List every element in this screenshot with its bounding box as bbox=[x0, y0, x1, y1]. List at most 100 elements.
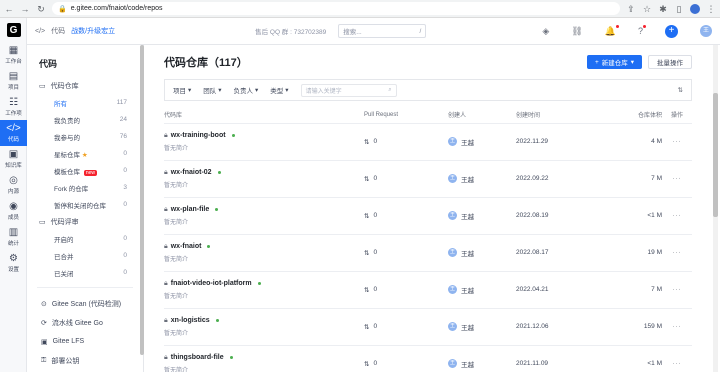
code-sidebar: 代码 ▭ 代码仓库 所有 117 我负责的 24 我参与的 76 星标仓库 ★ 0 模板… bbox=[27, 45, 144, 372]
review-item[interactable]: 已关闭 0 bbox=[27, 264, 143, 281]
rail-code[interactable]: </> 代码 bbox=[0, 120, 27, 146]
filter-dropdown[interactable]: 项目 ▾ bbox=[173, 85, 191, 95]
filter-dropdown[interactable]: 团队 ▾ bbox=[203, 85, 221, 95]
rail-wiki[interactable]: ▣ 知识库 bbox=[0, 146, 27, 172]
sidebar-item[interactable]: 暂停和关闭的仓库 0 bbox=[27, 196, 143, 213]
repo-search-input[interactable]: 请输入关键字 ⌕ bbox=[300, 83, 397, 97]
creator-name[interactable]: 王越 bbox=[461, 174, 474, 184]
repo-name-link[interactable]: wx-fnaiot bbox=[171, 243, 202, 250]
repo-name-link[interactable]: wx-plan-file bbox=[171, 206, 210, 213]
creator-name[interactable]: 王越 bbox=[461, 285, 474, 295]
sidebar-tool-link[interactable]: ⊙ Gitee Scan (代码检测) bbox=[27, 294, 143, 313]
gitee-go-icon[interactable]: ◈ bbox=[542, 26, 549, 37]
main-scrollbar[interactable] bbox=[713, 45, 718, 372]
repo-name-link[interactable]: xn-logistics bbox=[171, 317, 210, 324]
repo-name-link[interactable]: wx-fnaiot-02 bbox=[171, 169, 212, 176]
more-actions-icon[interactable]: ··· bbox=[662, 308, 692, 346]
more-actions-icon[interactable]: ··· bbox=[662, 123, 692, 161]
creator-name[interactable]: 王越 bbox=[461, 322, 474, 332]
sidebar-section-review[interactable]: ▭ 代码评审 bbox=[27, 213, 143, 230]
breadcrumb-code[interactable]: 代码 bbox=[51, 26, 65, 36]
more-actions-icon[interactable]: ··· bbox=[662, 197, 692, 235]
creator-name[interactable]: 王越 bbox=[461, 137, 474, 147]
table-row[interactable]: 🔒︎ wx-fnaiot 暂无简介 ⇅ 0 王 王越 2022.08.17 19… bbox=[164, 234, 692, 272]
pr-count: 0 bbox=[373, 249, 378, 256]
more-actions-icon[interactable]: ··· bbox=[662, 160, 692, 198]
table-row[interactable]: 🔒︎ wx-plan-file 暂无简介 ⇅ 0 王 王越 2022.08.19… bbox=[164, 197, 692, 235]
sidebar-item-label: 模板仓库 bbox=[54, 168, 80, 176]
pull-request-icon: ⇅ bbox=[364, 360, 370, 368]
notification-icon[interactable]: 🔔 bbox=[605, 24, 619, 37]
sidebar-item[interactable]: 模板仓库 new 0 bbox=[27, 162, 143, 179]
help-icon[interactable]: ? bbox=[638, 25, 646, 36]
sidebar-tool-link[interactable]: ▣ Gitee LFS bbox=[27, 332, 143, 351]
rail-workitem[interactable]: ☷ 工作项 bbox=[0, 94, 27, 120]
create-plus-button[interactable]: + bbox=[665, 24, 678, 38]
batch-ops-button[interactable]: 批量操作 bbox=[648, 55, 692, 69]
sort-icon[interactable]: ⇅ bbox=[678, 86, 683, 94]
review-item[interactable]: 开启的 0 bbox=[27, 230, 143, 247]
sidebar-tool-link[interactable]: ⟳ 流水线 Gitee Go bbox=[27, 313, 143, 332]
sidebar-item-count: 0 bbox=[123, 150, 127, 157]
menu-icon[interactable]: ⋮ bbox=[706, 4, 716, 14]
sidebar-tool-link[interactable]: ⚿ 部署公钥 bbox=[27, 351, 143, 370]
review-item[interactable]: 已合并 0 bbox=[27, 247, 143, 264]
share-icon[interactable]: ⇪ bbox=[626, 4, 636, 14]
enterprise-link[interactable]: 战数/升级宏立 bbox=[71, 26, 115, 36]
new-repo-button[interactable]: + 新建仓库 ▾ bbox=[586, 55, 642, 69]
sidebar-item[interactable]: 星标仓库 ★ 0 bbox=[27, 145, 143, 162]
profile-avatar[interactable] bbox=[690, 3, 700, 14]
search-input[interactable]: 搜索... / bbox=[338, 24, 427, 38]
filter-dropdown[interactable]: 类型 ▾ bbox=[270, 85, 288, 95]
star-icon[interactable]: ☆ bbox=[642, 4, 652, 14]
url-text: e.gitee.com/fnaiot/code/repos bbox=[70, 5, 163, 12]
tool-icon: ⊙ bbox=[41, 300, 47, 308]
table-row[interactable]: 🔒︎ thingsboard-file 暂无简介 ⇅ 0 王 王越 2021.1… bbox=[164, 345, 692, 372]
gitee-logo[interactable]: G bbox=[0, 18, 27, 42]
sidebar-item[interactable]: 我参与的 76 bbox=[27, 128, 143, 145]
link-icon[interactable]: ⛓ bbox=[571, 26, 582, 37]
user-avatar[interactable]: 王 bbox=[700, 25, 712, 37]
address-bar[interactable]: 🔒 e.gitee.com/fnaiot/code/repos bbox=[52, 2, 620, 15]
sidebar-section-repos[interactable]: ▭ 代码仓库 bbox=[27, 77, 143, 94]
creator-name[interactable]: 王越 bbox=[461, 211, 474, 221]
more-actions-icon[interactable]: ··· bbox=[662, 234, 692, 272]
repo-name-link[interactable]: thingsboard-file bbox=[171, 354, 224, 361]
rail-code-icon: </> bbox=[6, 122, 21, 134]
rail-project[interactable]: ▤ 项目 bbox=[0, 68, 27, 94]
repo-icon: ▭ bbox=[39, 82, 46, 90]
repo-name-link[interactable]: fnaiot-video-iot-platform bbox=[171, 280, 252, 287]
repo-description: 暂无简介 bbox=[164, 182, 189, 189]
table-row[interactable]: 🔒︎ fnaiot-video-iot-platform 暂无简介 ⇅ 0 王 … bbox=[164, 271, 692, 309]
filter-label: 项目 bbox=[173, 88, 186, 95]
created-date: 2022.04.21 bbox=[516, 271, 596, 309]
pull-request-icon: ⇅ bbox=[364, 175, 370, 183]
sidebar-item-label: 我负责的 bbox=[54, 117, 80, 125]
created-date: 2021.12.06 bbox=[516, 308, 596, 346]
rail-stats[interactable]: ▥ 统计 bbox=[0, 224, 27, 250]
more-actions-icon[interactable]: ··· bbox=[662, 271, 692, 309]
sidepanel-icon[interactable]: ▯ bbox=[674, 4, 684, 14]
table-row[interactable]: 🔒︎ xn-logistics 暂无简介 ⇅ 0 王 王越 2021.12.06… bbox=[164, 308, 692, 346]
sidebar-item-count: 24 bbox=[119, 116, 127, 123]
sidebar-item[interactable]: Fork 的仓库 3 bbox=[27, 179, 143, 196]
repo-name-link[interactable]: wx-training-boot bbox=[171, 132, 226, 139]
extensions-icon[interactable]: ✱ bbox=[658, 4, 668, 14]
creator-name[interactable]: 王越 bbox=[461, 248, 474, 258]
status-dot bbox=[215, 208, 219, 211]
back-icon[interactable]: ← bbox=[4, 4, 14, 14]
rail-members[interactable]: ◉ 成员 bbox=[0, 198, 27, 224]
sidebar-item[interactable]: 我负责的 24 bbox=[27, 111, 143, 128]
filter-dropdown[interactable]: 负责人 ▾ bbox=[234, 85, 259, 95]
rail-workbench[interactable]: ▦ 工作台 bbox=[0, 42, 27, 68]
reload-icon[interactable]: ↻ bbox=[36, 4, 46, 14]
creator-name[interactable]: 王越 bbox=[461, 359, 474, 369]
sidebar-item[interactable]: 所有 117 bbox=[27, 94, 143, 111]
more-actions-icon[interactable]: ··· bbox=[662, 345, 692, 372]
forward-icon[interactable]: → bbox=[20, 4, 30, 14]
rail-settings[interactable]: ⚙ 设置 bbox=[0, 250, 27, 276]
table-row[interactable]: 🔒︎ wx-fnaiot-02 暂无简介 ⇅ 0 王 王越 2022.09.22… bbox=[164, 160, 692, 198]
rail-innersource[interactable]: ◎ 内源 bbox=[0, 172, 27, 198]
created-date: 2022.08.17 bbox=[516, 234, 596, 272]
table-row[interactable]: 🔒︎ wx-training-boot 暂无简介 ⇅ 0 王 王越 2022.1… bbox=[164, 123, 692, 161]
